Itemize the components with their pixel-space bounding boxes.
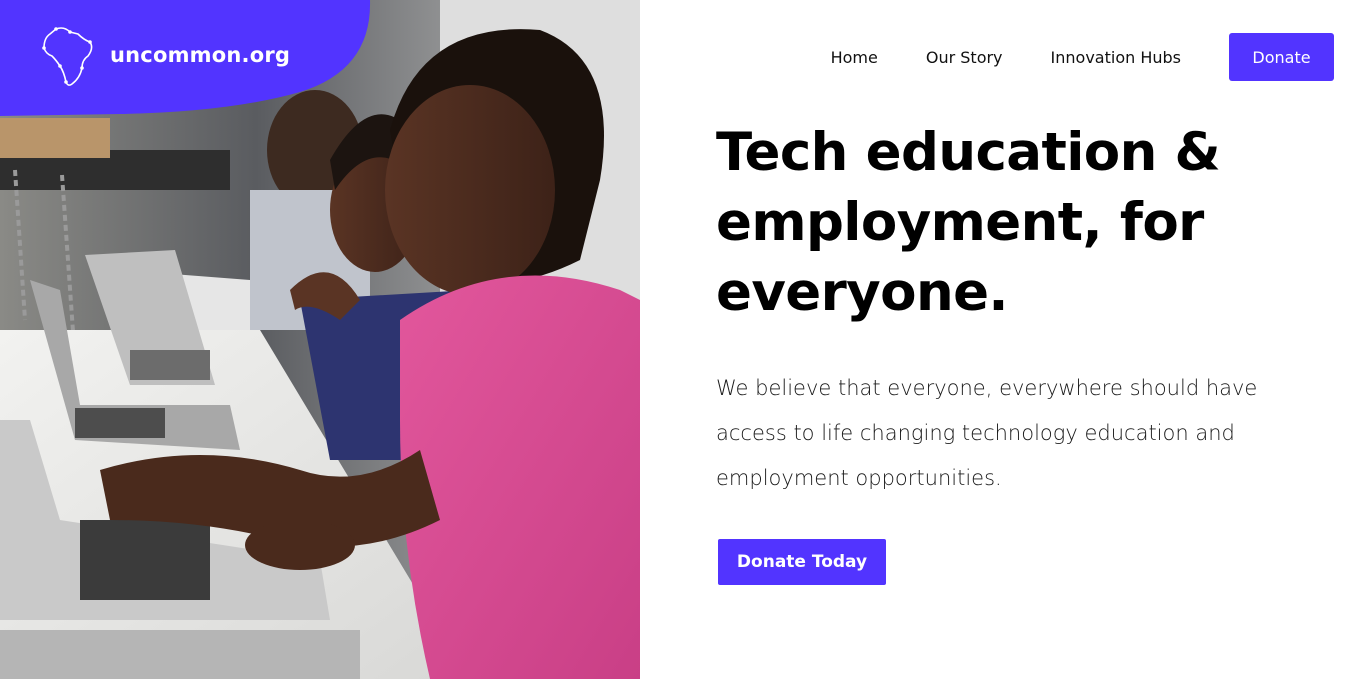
africa-map-icon <box>42 26 96 88</box>
headline-line-2: employment, for <box>716 192 1204 253</box>
nav-link-our-story[interactable]: Our Story <box>926 48 1003 67</box>
nav-link-home[interactable]: Home <box>831 48 878 67</box>
donate-today-button[interactable]: Donate Today <box>718 539 886 585</box>
brand-name: uncommon.org <box>110 43 291 67</box>
nav-link-innovation-hubs[interactable]: Innovation Hubs <box>1051 48 1181 67</box>
headline-line-1: Tech education & <box>716 122 1221 183</box>
headline-period: . <box>988 262 1008 323</box>
logo-area[interactable]: uncommon.org <box>0 0 380 120</box>
headline-line-3: everyone. <box>716 258 1336 328</box>
hero-description: We believe that everyone, everywhere sho… <box>716 376 1258 490</box>
hero-content: Tech education & employment, for everyon… <box>716 118 1336 585</box>
nav-donate-button[interactable]: Donate <box>1229 33 1334 81</box>
landing-page: uncommon.org Home Our Story Innovation H… <box>0 0 1366 679</box>
main-nav: Home Our Story Innovation Hubs Donate <box>831 33 1334 81</box>
hero-headline: Tech education & employment, for everyon… <box>716 118 1336 328</box>
headline-highlight: everyone <box>716 258 989 328</box>
